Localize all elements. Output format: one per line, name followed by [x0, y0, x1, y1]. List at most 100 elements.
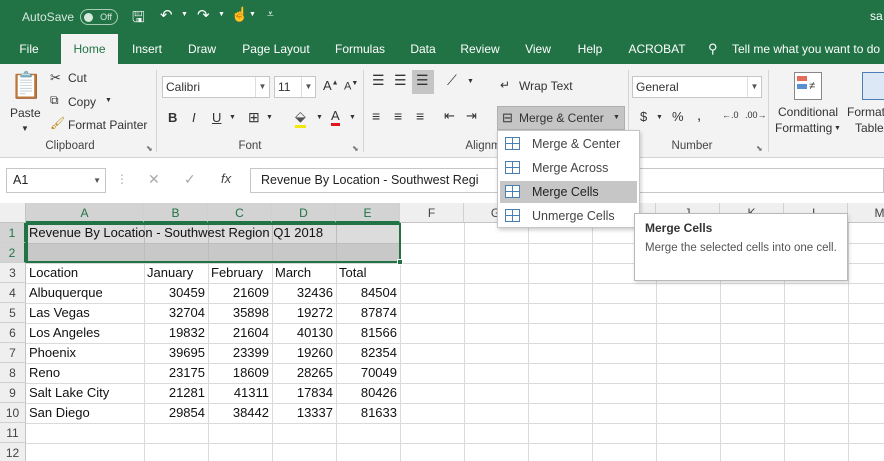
- cancel-entry-icon[interactable]: ✕: [148, 171, 160, 188]
- currency-button[interactable]: $: [640, 109, 647, 124]
- number-launcher-icon[interactable]: ⬊: [756, 144, 763, 153]
- cell-header-january[interactable]: January: [144, 263, 208, 283]
- tab-home[interactable]: Home: [61, 34, 118, 64]
- table-cell[interactable]: 39695: [144, 343, 208, 363]
- align-right-icon[interactable]: ≡: [416, 108, 424, 124]
- fill-color-dropdown-icon[interactable]: ▼: [316, 114, 323, 121]
- col-header-d[interactable]: D: [272, 203, 336, 223]
- fill-color-icon[interactable]: ⬙: [295, 108, 306, 128]
- confirm-entry-icon[interactable]: ✓: [184, 171, 196, 188]
- table-cell[interactable]: Reno: [26, 363, 144, 383]
- wrap-text-button[interactable]: Wrap Text: [519, 79, 573, 93]
- col-header-f[interactable]: F: [400, 203, 464, 223]
- underline-button[interactable]: U: [212, 110, 221, 125]
- cell-header-location[interactable]: Location: [26, 263, 144, 283]
- align-bottom-icon[interactable]: ☰: [416, 72, 429, 89]
- decrease-indent-icon[interactable]: ⇤: [444, 108, 455, 124]
- borders-icon[interactable]: ⊞: [248, 109, 260, 126]
- row-header-11[interactable]: 11: [0, 423, 26, 443]
- undo-icon[interactable]: ↶: [160, 6, 173, 24]
- undo-dropdown-icon[interactable]: ▼: [181, 11, 188, 18]
- col-header-e[interactable]: E: [336, 203, 400, 223]
- grow-font-icon[interactable]: A▲: [323, 78, 339, 93]
- table-cell[interactable]: 84504: [336, 283, 400, 303]
- col-header-m[interactable]: M: [848, 203, 884, 223]
- table-cell[interactable]: Las Vegas: [26, 303, 144, 323]
- touch-mode-icon[interactable]: ☝: [231, 6, 248, 23]
- table-cell[interactable]: 87874: [336, 303, 400, 323]
- merge-dropdown-icon[interactable]: ▼: [613, 114, 620, 121]
- table-cell[interactable]: 18609: [208, 363, 272, 383]
- table-cell[interactable]: 13337: [272, 403, 336, 423]
- paste-dropdown-icon[interactable]: ▼: [21, 124, 29, 133]
- autosave-toggle[interactable]: Off: [80, 9, 118, 25]
- col-header-a[interactable]: A: [26, 203, 144, 223]
- table-cell[interactable]: 82354: [336, 343, 400, 363]
- table-cell[interactable]: 29854: [144, 403, 208, 423]
- touch-dropdown-icon[interactable]: ▼: [249, 11, 256, 18]
- tab-data[interactable]: Data: [404, 34, 442, 64]
- table-cell[interactable]: 80426: [336, 383, 400, 403]
- table-cell[interactable]: 21281: [144, 383, 208, 403]
- format-as-table-button[interactable]: Format: [847, 105, 884, 119]
- menu-item-merge-center[interactable]: Merge & Center: [500, 133, 637, 155]
- table-cell[interactable]: 32436: [272, 283, 336, 303]
- font-color-icon[interactable]: A: [331, 108, 340, 126]
- format-as-table-button-line2[interactable]: Table: [855, 121, 884, 135]
- clipboard-launcher-icon[interactable]: ⬊: [146, 144, 153, 153]
- conditional-formatting-button[interactable]: Conditional: [778, 105, 838, 119]
- shrink-font-icon[interactable]: A▼: [344, 80, 358, 93]
- font-color-dropdown-icon[interactable]: ▼: [349, 114, 356, 121]
- table-cell[interactable]: San Diego: [26, 403, 144, 423]
- conditional-dropdown-icon[interactable]: ▼: [834, 125, 841, 132]
- customize-qat-icon[interactable]: ⩡: [267, 7, 274, 22]
- table-cell[interactable]: 35898: [208, 303, 272, 323]
- menu-item-unmerge-cells[interactable]: Unmerge Cells: [500, 205, 637, 227]
- cell-header-february[interactable]: February: [208, 263, 272, 283]
- number-format-combo[interactable]: General ▼: [632, 76, 762, 98]
- name-box[interactable]: A1 ▼: [6, 168, 106, 193]
- tab-page-layout[interactable]: Page Layout: [236, 34, 316, 64]
- tab-formulas[interactable]: Formulas: [327, 34, 393, 64]
- save-icon[interactable]: 🖫: [132, 7, 145, 32]
- tab-view[interactable]: View: [518, 34, 558, 64]
- row-header-6[interactable]: 6: [0, 323, 26, 343]
- row-header-3[interactable]: 3: [0, 263, 26, 283]
- table-cell[interactable]: 41311: [208, 383, 272, 403]
- tell-me-input[interactable]: Tell me what you want to do: [732, 42, 880, 56]
- table-cell[interactable]: Los Angeles: [26, 323, 144, 343]
- menu-item-merge-cells[interactable]: Merge Cells: [500, 181, 637, 203]
- table-cell[interactable]: 19272: [272, 303, 336, 323]
- borders-dropdown-icon[interactable]: ▼: [266, 114, 273, 121]
- align-left-icon[interactable]: ≡: [372, 108, 380, 124]
- tab-insert[interactable]: Insert: [124, 34, 170, 64]
- tab-draw[interactable]: Draw: [180, 34, 224, 64]
- table-cell[interactable]: 23175: [144, 363, 208, 383]
- redo-icon[interactable]: ↷: [197, 6, 210, 24]
- copy-dropdown-icon[interactable]: ▼: [105, 97, 112, 104]
- align-middle-icon[interactable]: ☰: [394, 72, 407, 89]
- font-launcher-icon[interactable]: ⬊: [352, 144, 359, 153]
- table-cell[interactable]: Salt Lake City: [26, 383, 144, 403]
- increase-indent-icon[interactable]: ⇥: [466, 108, 477, 124]
- row-header-4[interactable]: 4: [0, 283, 26, 303]
- merge-center-button[interactable]: Merge & Center: [519, 111, 604, 125]
- table-cell[interactable]: 28265: [272, 363, 336, 383]
- underline-dropdown-icon[interactable]: ▼: [229, 114, 236, 121]
- percent-button[interactable]: %: [672, 109, 684, 124]
- paste-button[interactable]: Paste: [10, 106, 41, 120]
- font-size-combo[interactable]: 11 ▼: [274, 76, 316, 98]
- menu-item-merge-across[interactable]: Merge Across: [500, 157, 637, 179]
- row-header-9[interactable]: 9: [0, 383, 26, 403]
- table-cell[interactable]: 21604: [208, 323, 272, 343]
- table-cell[interactable]: 81566: [336, 323, 400, 343]
- cell-header-march[interactable]: March: [272, 263, 336, 283]
- row-header-10[interactable]: 10: [0, 403, 26, 423]
- table-cell[interactable]: 70049: [336, 363, 400, 383]
- paste-icon[interactable]: 📋: [10, 70, 42, 101]
- cut-button[interactable]: Cut: [68, 71, 87, 85]
- table-cell[interactable]: 30459: [144, 283, 208, 303]
- table-cell[interactable]: 38442: [208, 403, 272, 423]
- user-name[interactable]: sa: [870, 9, 883, 23]
- row-header-5[interactable]: 5: [0, 303, 26, 323]
